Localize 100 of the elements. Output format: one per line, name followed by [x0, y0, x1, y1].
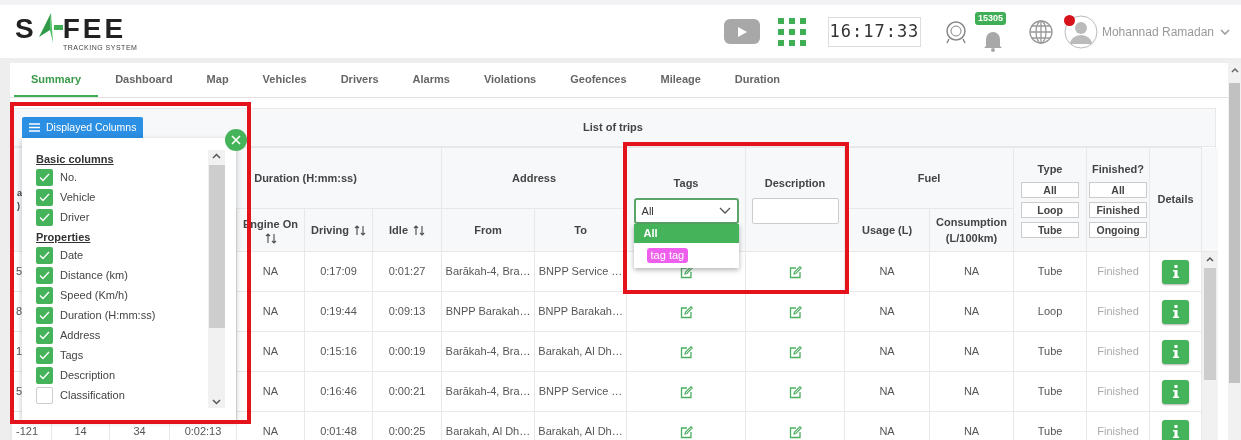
- column-group-header: Duration (H:mm:ss): [254, 171, 357, 184]
- check-icon: [39, 350, 50, 360]
- checkbox[interactable]: [36, 169, 53, 186]
- filter-option[interactable]: All: [1089, 181, 1148, 198]
- checkbox[interactable]: [36, 209, 53, 226]
- checkbox[interactable]: [36, 366, 53, 384]
- edit-icon[interactable]: [679, 305, 693, 319]
- sort-icon[interactable]: [264, 232, 277, 244]
- table-cell: 0:01:48: [320, 425, 357, 438]
- arrow-icon: [36, 12, 63, 43]
- nav-tab[interactable]: Map: [189, 63, 246, 97]
- checkbox[interactable]: [36, 306, 53, 324]
- table-cell: Finished: [1097, 425, 1139, 438]
- column-header: Usage (L): [862, 223, 913, 236]
- table-cell: 0:19:44: [320, 305, 357, 318]
- filter-option[interactable]: Loop: [1021, 201, 1080, 218]
- checkbox-label[interactable]: Tags: [60, 346, 84, 364]
- tags-filter-select[interactable]: All: [633, 197, 739, 224]
- details-button[interactable]: [1162, 299, 1190, 324]
- checkbox-label[interactable]: Driver: [60, 209, 90, 226]
- edit-icon[interactable]: [679, 345, 693, 359]
- edit-icon[interactable]: [788, 305, 802, 319]
- table-cell: NA: [963, 305, 980, 318]
- edit-icon[interactable]: [679, 385, 693, 399]
- checkbox[interactable]: [36, 189, 53, 206]
- notification-badge: 15305: [974, 11, 1006, 25]
- nav-tab[interactable]: Violations: [466, 63, 554, 97]
- nav-tab[interactable]: Summary: [14, 63, 99, 97]
- sort-icon[interactable]: [413, 224, 425, 236]
- edit-icon[interactable]: [679, 425, 693, 439]
- table-cell: NA: [262, 385, 279, 398]
- edit-icon[interactable]: [788, 265, 802, 279]
- checkbox-label[interactable]: Date: [60, 246, 84, 264]
- sort-icon[interactable]: [353, 224, 366, 236]
- nav-tab[interactable]: Geofences: [553, 63, 644, 97]
- checkbox-label[interactable]: No.: [60, 169, 78, 186]
- scroll-down-icon[interactable]: [212, 399, 221, 405]
- filter-option[interactable]: Ongoing: [1089, 221, 1148, 238]
- table-cell: 0:17:09: [320, 265, 357, 278]
- edit-icon[interactable]: [679, 265, 693, 279]
- checkbox[interactable]: [36, 286, 53, 304]
- checkbox[interactable]: [36, 346, 53, 364]
- table-cell: NA: [262, 305, 279, 318]
- avatar-icon[interactable]: [1063, 14, 1098, 49]
- checkbox-label[interactable]: Duration (H:mm:ss): [60, 306, 156, 324]
- check-icon: [39, 213, 50, 222]
- nav-tab[interactable]: Alarms: [395, 63, 467, 97]
- checkbox-label[interactable]: Speed (Km/h): [60, 286, 128, 304]
- filter-option[interactable]: All: [1021, 181, 1080, 198]
- details-button[interactable]: [1162, 379, 1190, 404]
- info-icon: [1172, 305, 1179, 318]
- details-button[interactable]: [1162, 259, 1190, 284]
- section-title: Basic columns: [36, 152, 115, 167]
- filter-option[interactable]: Finished: [1089, 201, 1148, 218]
- grid-icon[interactable]: [777, 17, 806, 46]
- details-button[interactable]: [1162, 419, 1190, 440]
- edit-icon[interactable]: [788, 425, 802, 439]
- table-cell: Barakah, Al Dh…: [538, 425, 623, 438]
- checkbox-label[interactable]: Description: [60, 366, 116, 384]
- details-button[interactable]: [1162, 339, 1190, 364]
- table-cell: Tube: [1037, 345, 1063, 358]
- scroll-up-icon[interactable]: [1205, 256, 1214, 262]
- table-cell: NA: [963, 345, 980, 358]
- nav-tab[interactable]: Dashboard: [98, 63, 190, 97]
- table-cell: Loop: [1037, 305, 1063, 318]
- table-cell: 0:16:46: [320, 385, 357, 398]
- table-cell: BNPP Barakah…: [445, 305, 531, 318]
- nav-tab[interactable]: Mileage: [643, 63, 718, 97]
- checkbox[interactable]: [36, 386, 53, 404]
- nav-tab[interactable]: Duration: [717, 63, 798, 97]
- play-button[interactable]: [723, 19, 760, 44]
- table-cell: Barākah-4, Bra…: [445, 385, 531, 398]
- checkbox-label[interactable]: Distance (km): [60, 266, 128, 284]
- checkbox[interactable]: [36, 266, 53, 284]
- check-icon: [39, 310, 50, 320]
- globe-icon[interactable]: [1027, 18, 1054, 45]
- checkbox[interactable]: [36, 326, 53, 344]
- table-cell: NA: [262, 265, 279, 278]
- edit-icon[interactable]: [788, 345, 802, 359]
- table-cell: NA: [879, 305, 895, 318]
- description-filter-input[interactable]: [751, 197, 839, 224]
- scroll-up-icon[interactable]: [1230, 67, 1239, 73]
- column-group-header: Address: [512, 171, 557, 184]
- checkbox[interactable]: [36, 246, 53, 264]
- column-header: Details: [1157, 192, 1194, 208]
- checkbox-label[interactable]: Classification: [60, 386, 125, 404]
- table-cell: 0:00:25: [388, 425, 426, 438]
- filter-option[interactable]: Tube: [1021, 221, 1080, 238]
- table-cell: NA: [963, 265, 980, 278]
- checkbox-label[interactable]: Vehicle: [60, 189, 96, 206]
- edit-icon[interactable]: [788, 385, 802, 399]
- nav-tab[interactable]: Vehicles: [245, 63, 324, 97]
- nav-tab[interactable]: Drivers: [323, 63, 396, 97]
- checkbox-label[interactable]: Address: [60, 326, 101, 344]
- column-header: Driving: [311, 222, 349, 238]
- chevron-down-icon[interactable]: [1220, 28, 1230, 35]
- table-cell: NA: [879, 385, 895, 398]
- list-scrollbar[interactable]: [208, 150, 225, 408]
- menu-icon: [29, 123, 40, 132]
- scroll-up-icon[interactable]: [212, 153, 221, 159]
